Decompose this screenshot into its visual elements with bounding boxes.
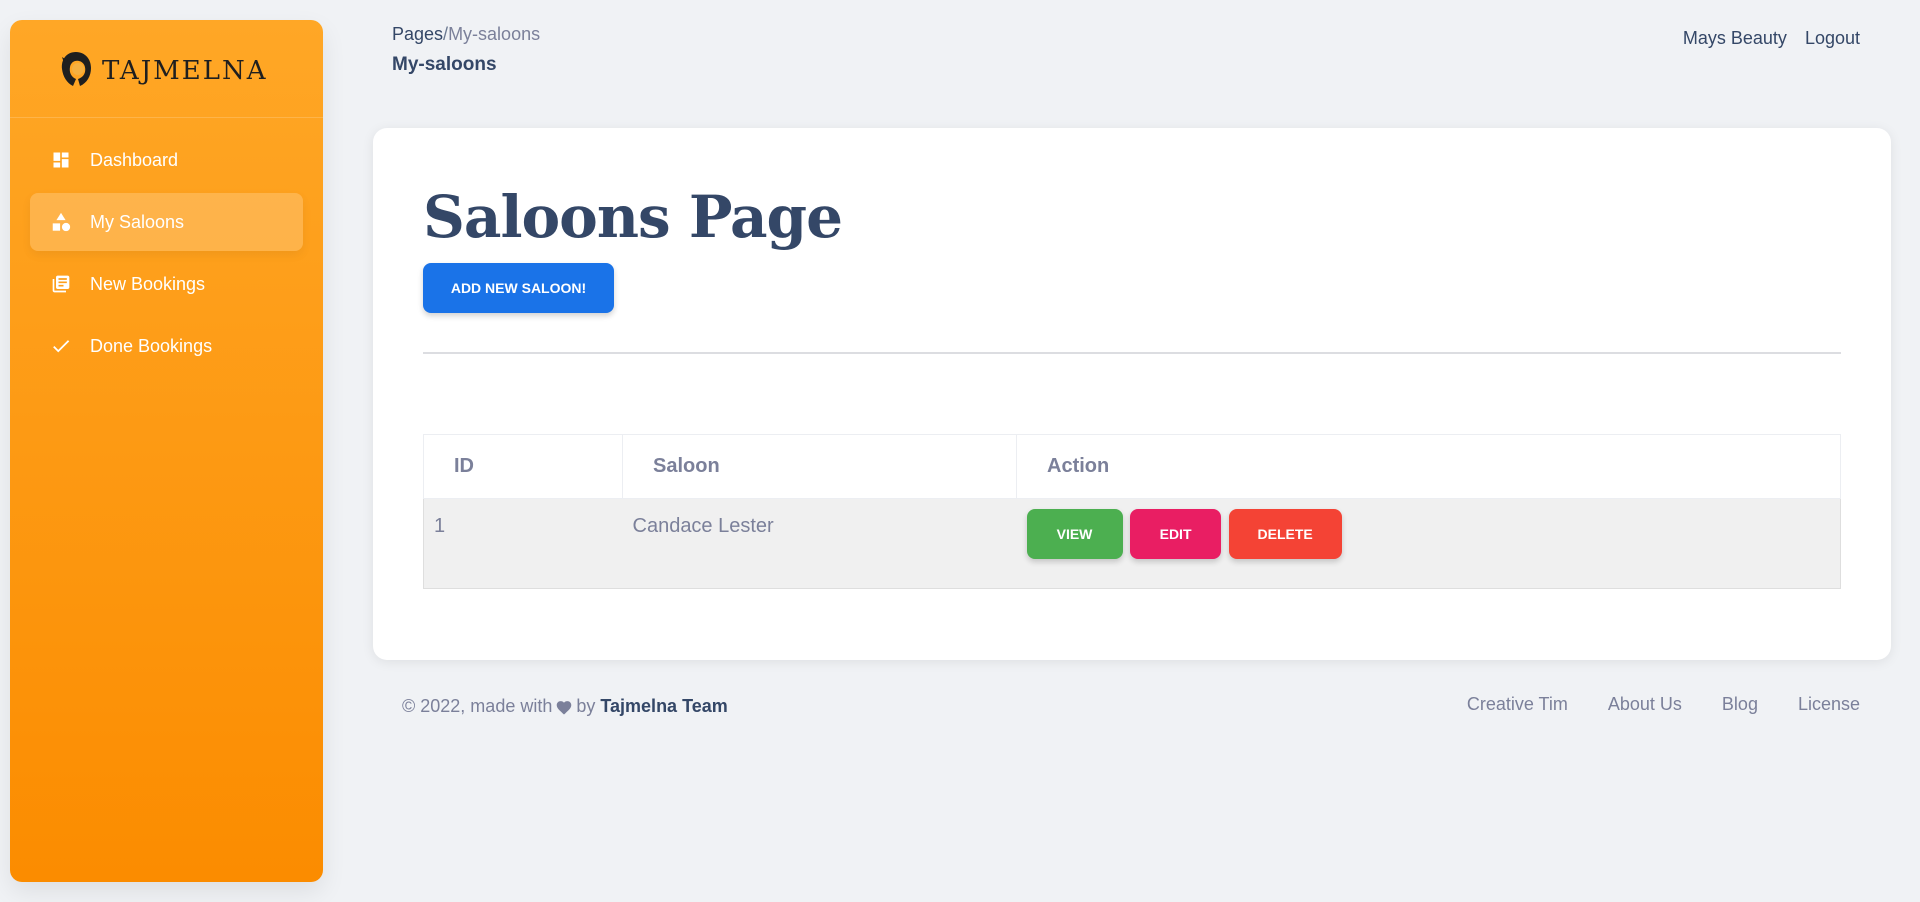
- breadcrumb: Pages/My-saloons: [392, 24, 540, 45]
- sidebar-item-done-bookings[interactable]: Done Bookings: [30, 317, 303, 375]
- footer-link-blog[interactable]: Blog: [1722, 694, 1758, 715]
- heart-icon: [557, 700, 572, 715]
- user-name-link[interactable]: Mays Beauty: [1683, 28, 1787, 49]
- sidebar-item-label: Dashboard: [90, 149, 179, 170]
- sidebar-item-dashboard[interactable]: Dashboard: [30, 131, 303, 189]
- delete-button[interactable]: DELETE: [1228, 509, 1342, 559]
- check-icon: [50, 335, 72, 357]
- sidebar-item-new-bookings[interactable]: New Bookings: [30, 255, 303, 313]
- sidebar-item-label: New Bookings: [90, 273, 206, 294]
- shapes-icon: [50, 211, 72, 233]
- saloons-table: ID Saloon Action 1 Candace Lester VIEW E…: [423, 434, 1841, 589]
- library-books-icon: [50, 273, 72, 295]
- brand-name: TAJMELNA: [102, 55, 268, 86]
- footer-links: Creative Tim About Us Blog License: [1467, 694, 1860, 715]
- by-text: by: [576, 696, 596, 716]
- footer-link-about-us[interactable]: About Us: [1608, 694, 1682, 715]
- table-header-row: ID Saloon Action: [423, 434, 1841, 499]
- card-title: Saloons Page: [423, 183, 843, 251]
- brand-logo-icon: [61, 51, 91, 86]
- saloons-card: Saloons Page ADD NEW SALOON! ID Saloon A…: [373, 128, 1891, 660]
- breadcrumb-separator: /: [443, 24, 449, 44]
- page-title: My-saloons: [392, 54, 497, 75]
- breadcrumb-root[interactable]: Pages: [392, 24, 443, 44]
- sidebar: TAJMELNA Dashboard My Saloons New Bookin…: [10, 20, 323, 882]
- column-header-saloon: Saloon: [622, 434, 1017, 499]
- column-header-id: ID: [423, 434, 623, 499]
- brand[interactable]: TAJMELNA: [10, 20, 323, 118]
- sidebar-item-label: My Saloons: [90, 211, 185, 232]
- view-button[interactable]: VIEW: [1026, 509, 1123, 559]
- team-link[interactable]: Tajmelna Team: [600, 696, 727, 717]
- sidebar-item-my-saloons[interactable]: My Saloons: [30, 193, 303, 251]
- add-new-saloon-button[interactable]: ADD NEW SALOON!: [423, 263, 614, 313]
- topbar-right: Mays Beauty Logout: [1683, 28, 1860, 49]
- sidebar-nav: Dashboard My Saloons New Bookings Done B…: [10, 118, 323, 375]
- sidebar-item-label: Done Bookings: [90, 335, 213, 356]
- footer-copyright: © 2022, made with by Tajmelna Team: [402, 696, 728, 717]
- cell-id: 1: [423, 498, 623, 589]
- edit-button[interactable]: EDIT: [1130, 509, 1222, 559]
- copyright-text: © 2022, made with: [402, 696, 553, 716]
- dashboard-icon: [50, 149, 72, 171]
- logout-link[interactable]: Logout: [1805, 28, 1860, 49]
- topbar-left: Pages/My-saloons My-saloons: [392, 24, 540, 76]
- divider: [423, 352, 1841, 354]
- table-row: 1 Candace Lester VIEW EDIT DELETE: [423, 498, 1841, 589]
- footer-link-creative-tim[interactable]: Creative Tim: [1467, 694, 1568, 715]
- breadcrumb-current: My-saloons: [448, 24, 541, 44]
- column-header-action: Action: [1016, 434, 1841, 499]
- footer-link-license[interactable]: License: [1798, 694, 1860, 715]
- cell-saloon: Candace Lester: [622, 498, 1017, 589]
- cell-actions: VIEW EDIT DELETE: [1016, 498, 1841, 589]
